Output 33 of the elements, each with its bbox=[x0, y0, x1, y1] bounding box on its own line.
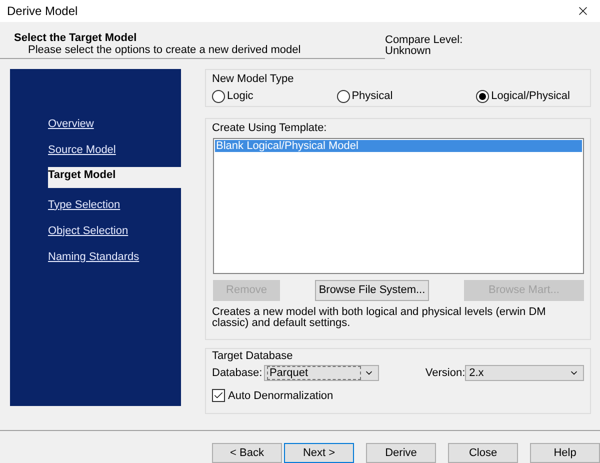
window-title: Derive Model bbox=[7, 3, 78, 20]
radio-button[interactable] bbox=[476, 90, 490, 103]
database-dropdown[interactable]: Parquet bbox=[264, 365, 380, 382]
sidebar-item[interactable]: Target Model bbox=[48, 167, 181, 188]
footer-button[interactable]: Derive bbox=[366, 443, 436, 463]
footer-button[interactable]: Close bbox=[448, 443, 518, 463]
version-label: Version: bbox=[425, 366, 466, 381]
sidebar-item[interactable]: Object Selection bbox=[48, 222, 181, 240]
sidebar-item[interactable]: Overview bbox=[48, 115, 181, 133]
group-title: New Model Type bbox=[212, 73, 295, 85]
radio-option[interactable]: Logic bbox=[212, 88, 254, 104]
footer-button[interactable]: < Back bbox=[212, 443, 282, 463]
compare-level-value: Unknown bbox=[385, 46, 432, 57]
sidebar-item[interactable]: Type Selection bbox=[48, 196, 181, 214]
template-button[interactable]: Browse File System... bbox=[315, 280, 429, 301]
footer-button[interactable]: Help bbox=[530, 443, 600, 463]
compare-level-label: Compare Level: bbox=[385, 35, 463, 46]
radio-option[interactable]: Logical/Physical bbox=[476, 88, 570, 104]
checkbox[interactable] bbox=[212, 389, 225, 402]
group-title: Create Using Template: bbox=[212, 122, 328, 134]
radio-button[interactable] bbox=[212, 90, 225, 103]
sidebar-item[interactable]: Naming Standards bbox=[48, 248, 181, 266]
version-dropdown[interactable]: 2.x bbox=[465, 365, 584, 382]
template-description: Creates a new model with both logical and physical levels (erwin DM classic) and default settings. bbox=[212, 307, 547, 329]
radio-option[interactable]: Physical bbox=[336, 88, 393, 104]
radio-button[interactable] bbox=[336, 90, 350, 103]
database-label: Database: bbox=[212, 366, 264, 381]
header-subtitle: Please select the options to create a new derived model bbox=[27, 44, 302, 56]
checkbox-label: Auto Denormalization bbox=[228, 388, 334, 404]
sidebar-item[interactable]: Source Model bbox=[48, 141, 181, 159]
header-title: Select the Target Model bbox=[14, 32, 138, 44]
group-title: Target Database bbox=[212, 350, 294, 362]
footer-button[interactable]: Next > bbox=[284, 443, 354, 463]
